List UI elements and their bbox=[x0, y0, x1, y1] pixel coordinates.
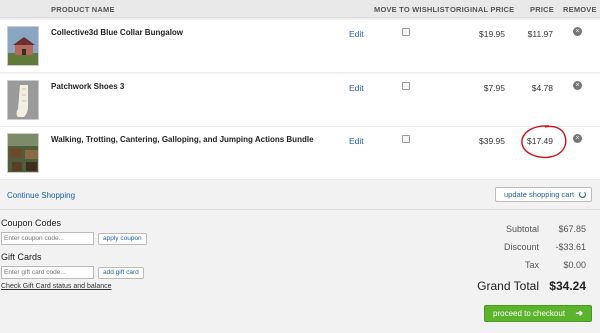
cart-table-header: PRODUCT NAME MOVE TO WISHLIST ORIGINAL P… bbox=[0, 0, 600, 18]
apply-coupon-button[interactable]: apply coupon bbox=[98, 233, 147, 245]
cart-row: Collective3d Blue Collar Bungalow Edit $… bbox=[0, 20, 600, 73]
proceed-to-checkout-button[interactable]: proceed to checkout ➜ bbox=[484, 305, 592, 322]
edit-link[interactable]: Edit bbox=[349, 136, 364, 146]
wishlist-checkbox[interactable] bbox=[402, 135, 410, 143]
grand-total-label: Grand Total bbox=[477, 279, 539, 293]
col-product-name: PRODUCT NAME bbox=[51, 5, 115, 14]
product-name[interactable]: Patchwork Shoes 3 bbox=[51, 82, 124, 91]
original-price: $7.95 bbox=[483, 83, 505, 93]
col-original-price: ORIGINAL PRICE bbox=[450, 5, 515, 14]
tax-label: Tax bbox=[524, 260, 539, 270]
col-move-to-wishlist: MOVE TO WISHLIST bbox=[374, 5, 450, 14]
update-cart-button[interactable]: update shopping cart bbox=[495, 187, 592, 202]
product-name[interactable]: Collective3d Blue Collar Bungalow bbox=[51, 28, 183, 37]
product-thumbnail[interactable] bbox=[7, 133, 39, 173]
checkout-label: proceed to checkout bbox=[493, 309, 566, 318]
subtotal-label: Subtotal bbox=[505, 224, 539, 234]
edit-link[interactable]: Edit bbox=[349, 83, 364, 93]
original-price: $39.95 bbox=[479, 136, 505, 146]
col-price: PRICE bbox=[530, 5, 554, 14]
update-cart-label: update shopping cart bbox=[504, 190, 575, 199]
discount-value: -$33.61 bbox=[555, 242, 586, 252]
wishlist-checkbox[interactable] bbox=[402, 82, 410, 90]
price: $11.97 bbox=[527, 29, 553, 39]
discount-label: Discount bbox=[503, 242, 539, 252]
price: $4.78 bbox=[531, 83, 553, 93]
edit-link[interactable]: Edit bbox=[349, 29, 364, 39]
subtotal-value: $67.85 bbox=[558, 224, 586, 234]
cart-row: Patchwork Shoes 3 Edit $7.95 $4.78 × bbox=[0, 74, 600, 127]
col-remove: REMOVE bbox=[563, 5, 597, 14]
gift-card-balance-link[interactable]: Check Gift Card status and balance bbox=[1, 283, 112, 290]
refresh-icon bbox=[579, 191, 586, 198]
remove-icon[interactable]: × bbox=[573, 134, 582, 143]
add-gift-card-button[interactable]: add gift card bbox=[98, 267, 144, 279]
product-thumbnail[interactable] bbox=[7, 26, 39, 66]
cart-row: Walking, Trotting, Cantering, Galloping,… bbox=[0, 127, 600, 180]
wishlist-checkbox[interactable] bbox=[402, 28, 410, 36]
product-name[interactable]: Walking, Trotting, Cantering, Galloping,… bbox=[51, 135, 314, 144]
product-thumbnail[interactable] bbox=[7, 80, 39, 120]
tax-value: $0.00 bbox=[563, 260, 586, 270]
remove-icon[interactable]: × bbox=[573, 81, 582, 90]
coupon-input[interactable] bbox=[1, 232, 94, 245]
continue-shopping-link[interactable]: Continue Shopping bbox=[7, 191, 75, 200]
coupon-codes-title: Coupon Codes bbox=[1, 218, 62, 228]
red-annotation-circle bbox=[521, 125, 567, 159]
grand-total-value: $34.24 bbox=[549, 279, 586, 293]
remove-icon[interactable]: × bbox=[573, 27, 582, 36]
cart-actions-bar: Continue Shopping update shopping cart bbox=[0, 180, 600, 210]
gift-card-input[interactable] bbox=[1, 266, 94, 279]
arrow-right-icon: ➜ bbox=[575, 308, 583, 318]
original-price: $19.95 bbox=[479, 29, 505, 39]
gift-cards-title: Gift Cards bbox=[1, 252, 42, 262]
